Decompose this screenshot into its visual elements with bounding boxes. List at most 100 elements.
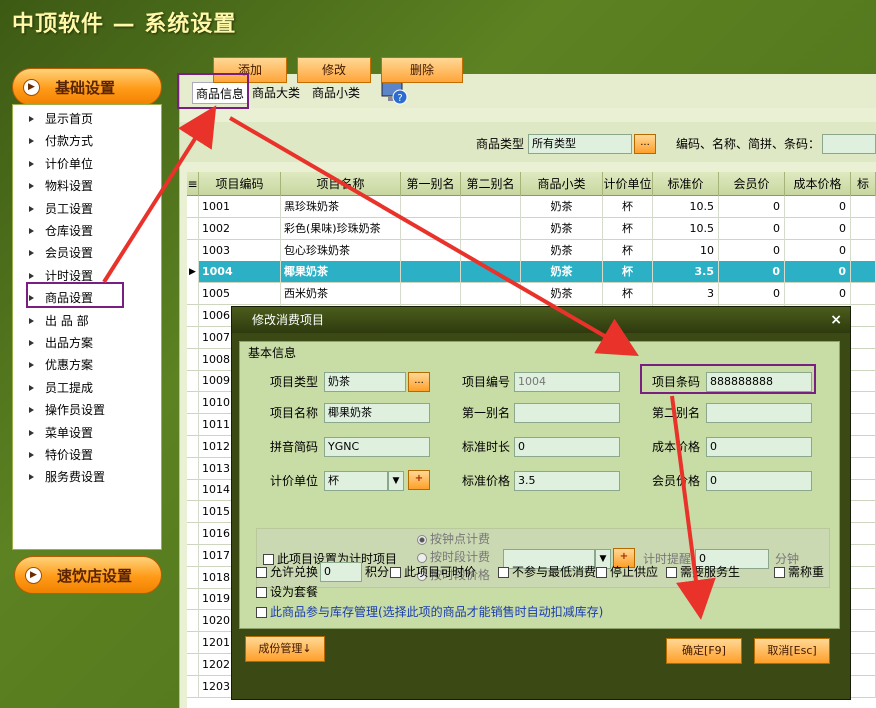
- table-row[interactable]: ▶ 1004 椰果奶茶 奶茶杯 3.5 0 0: [187, 261, 876, 284]
- sidebar-item[interactable]: 会员设置: [29, 243, 93, 263]
- column-header[interactable]: 商品小类: [521, 172, 603, 196]
- search-input[interactable]: [822, 134, 876, 154]
- column-header[interactable]: 计价单位: [603, 172, 653, 196]
- table-cell: [401, 261, 461, 284]
- column-header[interactable]: 第一别名: [401, 172, 461, 196]
- window-title: 中顶软件 — 系统设置: [12, 12, 237, 37]
- column-header[interactable]: 标准价: [653, 172, 719, 196]
- std-time-field[interactable]: 0: [514, 437, 620, 457]
- delete-button[interactable]: 删除: [381, 57, 463, 83]
- code-field[interactable]: 1004: [514, 372, 620, 392]
- alias2-field[interactable]: [706, 403, 812, 423]
- type-dots-button[interactable]: ...: [408, 372, 430, 392]
- table-cell: [851, 653, 876, 676]
- table-row[interactable]: 1003 包心珍珠奶茶 奶茶杯 10 0 0: [187, 239, 876, 262]
- sidebar-item[interactable]: 服务费设置: [29, 467, 105, 487]
- sidebar-item[interactable]: 员工设置: [29, 199, 93, 219]
- need-waiter-checkbox[interactable]: 需要服务生: [666, 562, 740, 582]
- fastfood-settings-button[interactable]: ▶ 速饮店设置: [14, 556, 162, 594]
- checkbox-box: [774, 567, 785, 578]
- basic-settings-label: 基础设置: [55, 78, 116, 97]
- column-header[interactable]: 标: [851, 172, 876, 196]
- type-filter-dots-button[interactable]: ...: [634, 134, 656, 154]
- stock-manage-checkbox[interactable]: 此商品参与库存管理(选择此项的商品才能销售时自动扣减库存): [256, 602, 603, 622]
- help-monitor-icon[interactable]: ?: [380, 80, 410, 106]
- chevron-down-icon[interactable]: ▼: [388, 471, 404, 491]
- sidebar-item[interactable]: 优惠方案: [29, 355, 93, 375]
- allow-redeem-checkbox[interactable]: 允许兑换: [256, 562, 318, 582]
- sidebar-item[interactable]: 出品方案: [29, 333, 94, 353]
- need-weigh-checkbox[interactable]: 需称重: [774, 562, 824, 582]
- ok-button[interactable]: 确定[F9]: [666, 638, 742, 664]
- tab-product-category[interactable]: 商品大类: [252, 82, 308, 104]
- column-header[interactable]: 项目编码: [199, 172, 281, 196]
- table-cell: [851, 435, 876, 458]
- table-cell: 0: [785, 196, 851, 218]
- table-cell: [851, 348, 876, 371]
- table-row[interactable]: 1002 彩色(果味)珍珠奶茶 奶茶杯 10.5 0 0: [187, 217, 876, 240]
- edit-button[interactable]: 修改: [297, 57, 371, 83]
- basic-settings-button[interactable]: ▶ 基础设置: [12, 68, 162, 106]
- stop-supply-checkbox[interactable]: 停止供应: [596, 562, 658, 582]
- row-indicator: [187, 414, 199, 436]
- bullet-icon: [29, 228, 34, 234]
- table-cell: 0: [785, 217, 851, 240]
- name-field[interactable]: 椰果奶茶: [324, 403, 430, 423]
- table-row[interactable]: 1001 黑珍珠奶茶 奶茶杯 10.5 0 0: [187, 196, 876, 218]
- tab-product-subcategory[interactable]: 商品小类: [312, 82, 368, 104]
- need-waiter-label: 需要服务生: [680, 565, 741, 579]
- type-field[interactable]: 奶茶: [324, 372, 406, 392]
- close-icon[interactable]: ×: [830, 307, 842, 333]
- column-header[interactable]: 项目名称: [281, 172, 401, 196]
- row-indicator: [187, 392, 199, 415]
- bullet-icon: [29, 116, 34, 122]
- group-title: 基本信息: [248, 346, 297, 360]
- sidebar-item[interactable]: 操作员设置: [29, 400, 105, 420]
- sidebar-item[interactable]: 显示首页: [29, 109, 93, 129]
- sidebar-item-label: 特价设置: [45, 448, 94, 462]
- sidebar-item[interactable]: 物料设置: [29, 176, 93, 196]
- std-price-field[interactable]: 3.5: [514, 471, 620, 491]
- member-price-field[interactable]: 0: [706, 471, 812, 491]
- sidebar-item[interactable]: 员工提成: [29, 378, 93, 398]
- add-unit-button[interactable]: +: [408, 470, 430, 490]
- points-field[interactable]: 0: [320, 562, 362, 582]
- row-indicator-header[interactable]: ≡: [187, 172, 199, 196]
- unit-select[interactable]: 杯: [324, 471, 388, 491]
- sidebar-item[interactable]: 计价单位: [29, 154, 93, 174]
- table-cell: [851, 392, 876, 415]
- sidebar-item[interactable]: 出 品 部: [29, 311, 89, 331]
- timeable-checkbox[interactable]: 此项目可时价: [390, 562, 476, 582]
- table-cell: 10: [653, 239, 719, 262]
- pinyin-field[interactable]: YGNC: [324, 437, 430, 457]
- row-indicator: [187, 435, 199, 458]
- cost-field[interactable]: 0: [706, 437, 812, 457]
- sidebar-item-label: 出品方案: [45, 336, 94, 350]
- table-cell: [851, 326, 876, 349]
- unit-label: 计价单位: [270, 474, 319, 488]
- sidebar-item[interactable]: 菜单设置: [29, 423, 93, 443]
- row-indicator: [187, 239, 199, 262]
- cancel-button[interactable]: 取消[Esc]: [754, 638, 830, 664]
- row-indicator: [187, 501, 199, 524]
- table-row[interactable]: 1005 西米奶茶 奶茶杯 3 0 0: [187, 283, 876, 306]
- column-header[interactable]: 成本价格: [785, 172, 851, 196]
- sidebar-item[interactable]: 付款方式: [29, 131, 93, 151]
- by-clock-radio[interactable]: 按钟点计费: [417, 529, 490, 549]
- table-cell: [401, 196, 461, 218]
- components-button[interactable]: 成份管理↓: [245, 636, 325, 662]
- column-header[interactable]: 会员价: [719, 172, 785, 196]
- table-cell: 10.5: [653, 217, 719, 240]
- table-cell: [401, 239, 461, 262]
- type-filter-select[interactable]: 所有类型: [528, 134, 632, 154]
- bullet-icon: [29, 452, 34, 458]
- table-header: ≡ 项目编码 项目名称 第一别名 第二别名 商品小类 计价单位 标准价 会员价 成本价格标: [187, 172, 876, 196]
- no-min-spend-checkbox[interactable]: 不参与最低消费: [498, 562, 596, 582]
- alias1-field[interactable]: [514, 403, 620, 423]
- sidebar-item[interactable]: 仓库设置: [29, 221, 93, 241]
- column-header[interactable]: 第二别名: [461, 172, 521, 196]
- set-meal-checkbox[interactable]: 设为套餐: [256, 582, 318, 602]
- sidebar-item[interactable]: 特价设置: [29, 445, 94, 465]
- row-indicator: [187, 632, 199, 654]
- table-cell: [851, 523, 876, 545]
